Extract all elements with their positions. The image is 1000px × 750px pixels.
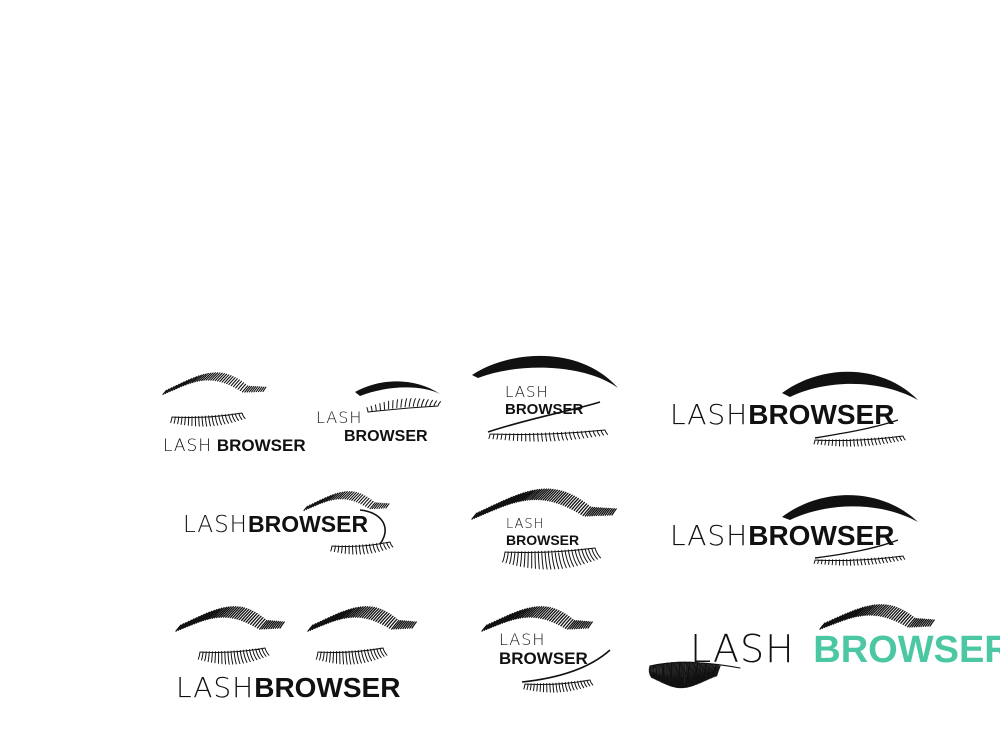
logo-6-lashes <box>502 547 601 570</box>
logo-9-eyebrow <box>481 606 593 632</box>
logo-8-light-word: LASH <box>176 671 255 704</box>
logo-9-lashes <box>523 679 594 693</box>
logo-6-bold-word: BROWSER <box>506 532 580 548</box>
logo-7-bold-word: BROWSER <box>748 520 895 551</box>
logo-9-light-word: LASH <box>499 630 546 649</box>
logo-4-wordmark: LASHBROWSER <box>670 401 894 429</box>
logo-8-wordmark: LASHBROWSER <box>176 674 400 702</box>
logo-1-light-word: LASH <box>163 436 213 456</box>
logo-8-left-eyebrow <box>175 606 285 632</box>
logo-1-bold-word: BROWSER <box>216 436 306 455</box>
logo-8-bold-word: BROWSER <box>254 672 401 703</box>
logo-3-bold-word: BROWSER <box>505 401 584 418</box>
logo-9-bold-word: BROWSER <box>499 649 588 668</box>
logo-2-wordmark: LASH BROWSER <box>316 410 428 445</box>
logo-10-eyebrow <box>819 604 935 630</box>
logo-6-light-word: LASH <box>506 517 545 532</box>
logo-10-wordmark: LASH BROWSER <box>690 630 1000 669</box>
logo-2-eyebrow <box>355 381 440 396</box>
logo-6-wordmark: LASH BROWSER <box>506 518 579 547</box>
logo-9-wordmark: LASH BROWSER <box>499 630 588 668</box>
logo-8-left-lashes <box>197 647 270 665</box>
logo-5-bold-word: BROWSER <box>247 511 369 537</box>
logo-4-light-word: LASH <box>670 398 749 431</box>
logo-7-wordmark: LASHBROWSER <box>670 522 894 550</box>
logo-2-light-word: LASH <box>316 408 363 427</box>
logo-4-eyebrow <box>782 371 918 400</box>
logo-5-wordmark: LASHBROWSER <box>183 513 368 537</box>
logo-7-lashes <box>813 555 906 566</box>
logo-8-right-eyebrow <box>307 606 417 632</box>
logo-4-bold-word: BROWSER <box>748 399 895 430</box>
logo-10-bold-word: BROWSER <box>813 629 1000 671</box>
logo-2-bold-word: BROWSER <box>344 428 428 445</box>
logo-6-eyebrow <box>471 488 617 520</box>
logo-1-eyebrow <box>162 372 267 396</box>
logo-10-light-word: LASH <box>690 627 795 671</box>
logo-5-light-word: LASH <box>183 512 248 538</box>
logo-4-lashes <box>813 435 906 447</box>
logo-5-lashes <box>330 541 394 555</box>
logo-7-light-word: LASH <box>670 519 749 552</box>
logo-5-eyebrow <box>303 491 390 512</box>
logo-7-eyebrow <box>782 495 918 522</box>
logo-3-wordmark: LASH BROWSER <box>505 383 584 418</box>
logo-3-light-word: LASH <box>505 383 549 401</box>
logo-8-right-lashes <box>315 647 388 665</box>
logo-3-lashes <box>488 429 608 442</box>
logo-1-lashes <box>170 412 246 427</box>
logo-1-wordmark: LASH BROWSER <box>163 437 306 455</box>
